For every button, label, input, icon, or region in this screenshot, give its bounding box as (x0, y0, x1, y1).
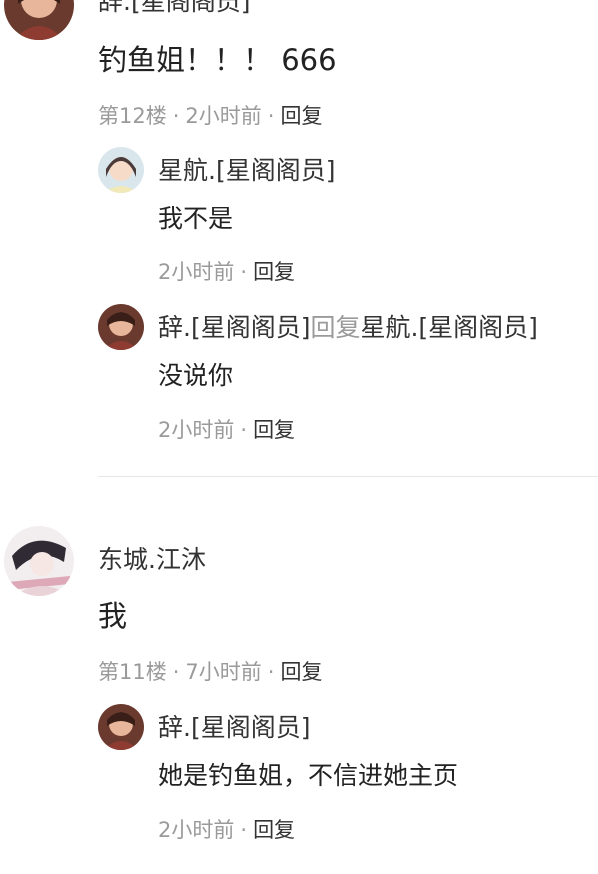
reply-text: 她是钓鱼姐，不信进她主页 (158, 761, 459, 790)
reply-button[interactable]: 回复 (253, 418, 295, 442)
comment-time: 7小时前 (185, 660, 262, 684)
avatar[interactable] (98, 147, 144, 193)
reply-time: 2小时前 (158, 418, 235, 442)
separator: · (172, 660, 180, 684)
reply-header: 辞.[星阁阁员]回复星航.[星阁阁员] (158, 312, 538, 344)
avatar-image-icon (4, 526, 74, 596)
reply-author[interactable]: 辞.[星阁阁员] (158, 313, 310, 342)
separator: · (267, 104, 275, 128)
avatar-image-icon (98, 704, 144, 750)
reply-button[interactable]: 回复 (253, 260, 295, 284)
comment-list: 辞.[星阁阁员] 钓鱼姐！！！ 666 第12楼 · 2小时前 · 回复 星航.[星阁阁… (0, 0, 598, 874)
comment-author[interactable]: 东城.江沐 (98, 544, 206, 576)
reply-meta: 2小时前 · 回复 (158, 816, 295, 844)
reply-text: 我不是 (158, 204, 234, 233)
comment-text: 钓鱼姐！！！ 666 (98, 43, 337, 77)
reply-button[interactable]: 回复 (280, 660, 322, 684)
reply-author[interactable]: 星航.[星阁阁员] (158, 155, 335, 187)
separator: · (240, 818, 248, 842)
avatar[interactable] (98, 704, 144, 750)
floor-number: 第11楼 (98, 660, 167, 684)
comment-item: 东城.江沐 我 第11楼 · 7小时前 · 回复 辞.[星阁阁员] 她是钓鱼姐，不信进她… (0, 520, 598, 874)
comment-meta: 第12楼 · 2小时前 · 回复 (98, 102, 322, 130)
avatar[interactable] (98, 304, 144, 350)
reply-author[interactable]: 辞.[星阁阁员] (158, 712, 310, 744)
separator: · (267, 660, 275, 684)
reply-time: 2小时前 (158, 818, 235, 842)
comment-time: 2小时前 (185, 104, 262, 128)
floor-number: 第12楼 (98, 104, 167, 128)
separator: · (172, 104, 180, 128)
separator: · (240, 260, 248, 284)
avatar-image-icon (4, 0, 74, 40)
reply-to-label: 回复 (310, 313, 361, 342)
avatar-image-icon (98, 147, 144, 193)
avatar[interactable] (4, 0, 74, 40)
reply-meta: 2小时前 · 回复 (158, 416, 295, 444)
reply-button[interactable]: 回复 (253, 818, 295, 842)
avatar-image-icon (98, 304, 144, 350)
comment-meta: 第11楼 · 7小时前 · 回复 (98, 658, 322, 686)
reply-text: 没说你 (158, 361, 234, 390)
reply-meta: 2小时前 · 回复 (158, 258, 295, 286)
comment-item: 辞.[星阁阁员] 钓鱼姐！！！ 666 第12楼 · 2小时前 · 回复 星航.[星阁阁… (0, 0, 598, 480)
avatar[interactable] (4, 526, 74, 596)
reply-time: 2小时前 (158, 260, 235, 284)
separator: · (240, 418, 248, 442)
reply-button[interactable]: 回复 (280, 104, 322, 128)
comment-author[interactable]: 辞.[星阁阁员] (98, 0, 250, 18)
divider (98, 476, 598, 477)
reply-target-user[interactable]: 星航.[星阁阁员] (360, 313, 537, 342)
comment-text: 我 (98, 599, 128, 633)
